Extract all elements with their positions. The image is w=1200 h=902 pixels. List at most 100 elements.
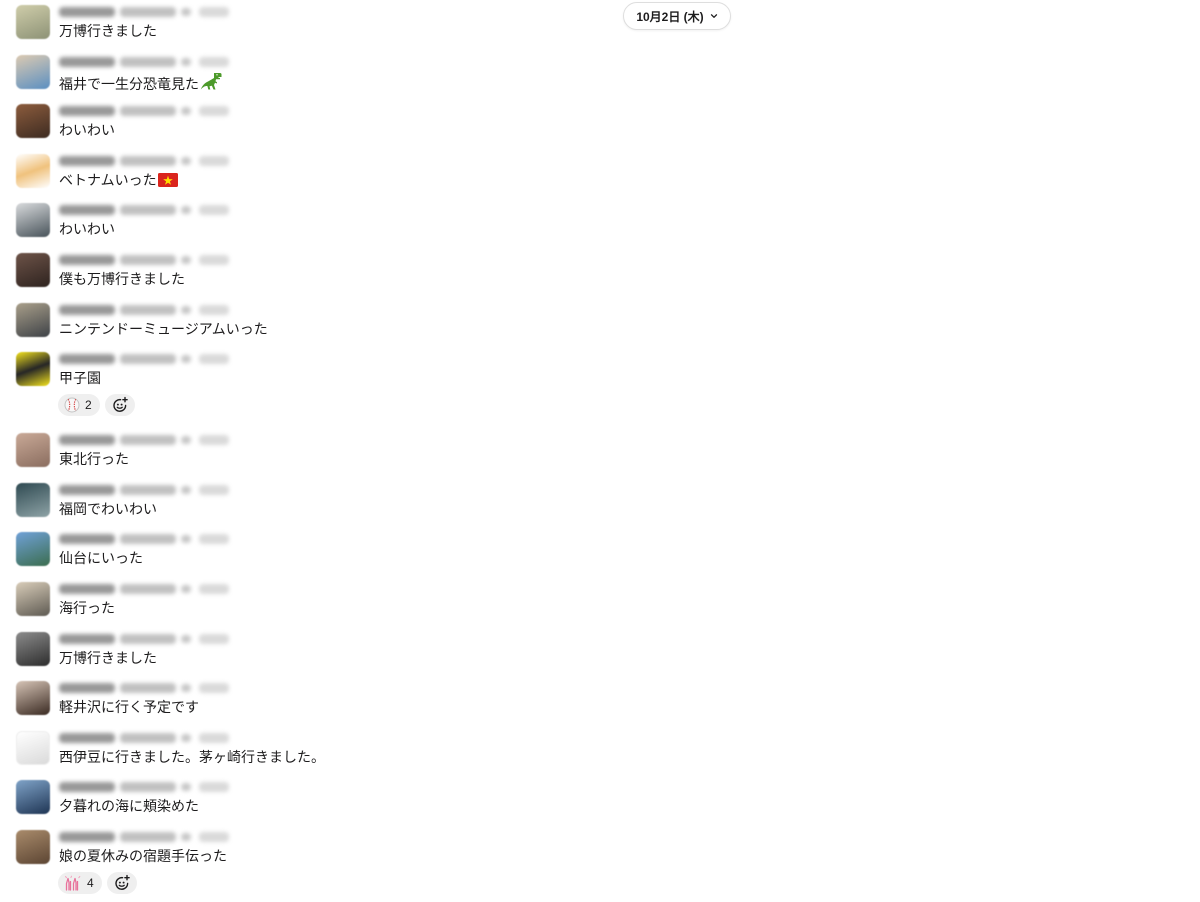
username-blurred[interactable] [59, 583, 115, 594]
message-body: 福井で一生分恐竜見た [59, 72, 222, 95]
message: わいわい [0, 198, 620, 248]
timestamp-blurred[interactable] [199, 435, 229, 446]
timestamp-blurred[interactable] [199, 205, 229, 216]
timestamp-blurred[interactable] [199, 354, 229, 365]
message-header [58, 731, 238, 745]
avatar[interactable] [16, 482, 50, 517]
timestamp-blurred[interactable] [199, 633, 229, 644]
username-blurred[interactable] [59, 732, 115, 743]
avatar[interactable] [16, 5, 50, 39]
message-list: 万博行きました 福井で一生分恐竜見た わいわい ベトナムいった わいわい 僕も万… [0, 0, 620, 901]
reaction-raised-hands[interactable]: 4 [58, 871, 102, 894]
message-text: ニンテンドーミュージアムいった [59, 321, 268, 338]
reaction-baseball[interactable]: 2 [58, 394, 100, 417]
message-header [58, 55, 238, 69]
timestamp-blurred[interactable] [199, 155, 229, 166]
timestamp-blurred[interactable] [199, 732, 229, 743]
handle-blurred[interactable] [120, 354, 176, 365]
username-blurred[interactable] [59, 56, 115, 67]
avatar[interactable] [16, 631, 50, 666]
avatar[interactable] [16, 433, 50, 468]
timestamp-blurred[interactable] [199, 7, 229, 17]
message-text: 甲子園 [59, 371, 101, 388]
avatar[interactable] [16, 829, 50, 864]
message-header [58, 483, 238, 497]
avatar[interactable] [16, 302, 50, 337]
avatar[interactable] [16, 581, 50, 616]
message-header [58, 632, 238, 646]
avatar[interactable] [16, 252, 50, 287]
handle-blurred[interactable] [120, 484, 176, 495]
message-header [58, 253, 238, 267]
handle-blurred[interactable] [120, 782, 176, 793]
username-blurred[interactable] [59, 205, 115, 216]
status-icon-blurred [181, 684, 191, 693]
username-blurred[interactable] [59, 831, 115, 842]
avatar[interactable] [16, 780, 50, 815]
username-blurred[interactable] [59, 534, 115, 545]
handle-blurred[interactable] [120, 7, 176, 17]
username-blurred[interactable] [59, 106, 115, 117]
timestamp-blurred[interactable] [199, 254, 229, 265]
username-blurred[interactable] [59, 683, 115, 694]
timestamp-blurred[interactable] [199, 831, 229, 842]
message-header [58, 154, 238, 168]
status-icon-blurred [181, 832, 191, 841]
handle-blurred[interactable] [120, 304, 176, 315]
handle-blurred[interactable] [120, 732, 176, 743]
message-body: ベトナムいった [59, 171, 178, 191]
handle-blurred[interactable] [120, 435, 176, 446]
username-blurred[interactable] [59, 7, 115, 17]
avatar[interactable] [16, 54, 50, 89]
avatar[interactable] [16, 104, 50, 139]
message-text: わいわい [59, 222, 115, 239]
timestamp-blurred[interactable] [199, 782, 229, 793]
message: 西伊豆に行きました。茅ヶ崎行きました。 [0, 726, 620, 776]
avatar[interactable] [16, 532, 50, 567]
date-divider-button[interactable]: 10月2日 (木) [623, 2, 731, 30]
timestamp-blurred[interactable] [199, 106, 229, 117]
username-blurred[interactable] [59, 155, 115, 166]
message-header [58, 352, 238, 366]
avatar[interactable] [16, 153, 50, 188]
username-blurred[interactable] [59, 484, 115, 495]
handle-blurred[interactable] [120, 254, 176, 265]
handle-blurred[interactable] [120, 155, 176, 166]
timestamp-blurred[interactable] [199, 56, 229, 67]
message-text: 福岡でわいわい [59, 501, 157, 518]
reactions-bar: 2 [58, 394, 135, 417]
timestamp-blurred[interactable] [199, 583, 229, 594]
handle-blurred[interactable] [120, 106, 176, 117]
username-blurred[interactable] [59, 435, 115, 446]
timestamp-blurred[interactable] [199, 683, 229, 694]
username-blurred[interactable] [59, 304, 115, 315]
handle-blurred[interactable] [120, 534, 176, 545]
avatar[interactable] [16, 203, 50, 238]
handle-blurred[interactable] [120, 205, 176, 216]
message-text: ベトナムいった [59, 172, 157, 189]
handle-blurred[interactable] [120, 633, 176, 644]
add-reaction-button[interactable] [104, 394, 135, 417]
avatar[interactable] [16, 681, 50, 716]
username-blurred[interactable] [59, 782, 115, 793]
handle-blurred[interactable] [120, 583, 176, 594]
timestamp-blurred[interactable] [199, 534, 229, 545]
timestamp-blurred[interactable] [199, 304, 229, 315]
handle-blurred[interactable] [120, 683, 176, 694]
avatar[interactable] [16, 730, 50, 765]
message: 夕暮れの海に頬染めた [0, 775, 620, 825]
username-blurred[interactable] [59, 354, 115, 365]
username-blurred[interactable] [59, 254, 115, 265]
add-reaction-icon [112, 397, 128, 413]
message-header [58, 104, 238, 118]
username-blurred[interactable] [59, 633, 115, 644]
avatar[interactable] [16, 352, 50, 387]
reaction-count: 2 [85, 398, 92, 413]
add-reaction-button[interactable] [106, 871, 137, 894]
timestamp-blurred[interactable] [199, 484, 229, 495]
raised-hands-icon [65, 875, 81, 891]
status-icon-blurred [181, 733, 191, 742]
handle-blurred[interactable] [120, 831, 176, 842]
message-header [58, 5, 238, 19]
handle-blurred[interactable] [120, 56, 176, 67]
